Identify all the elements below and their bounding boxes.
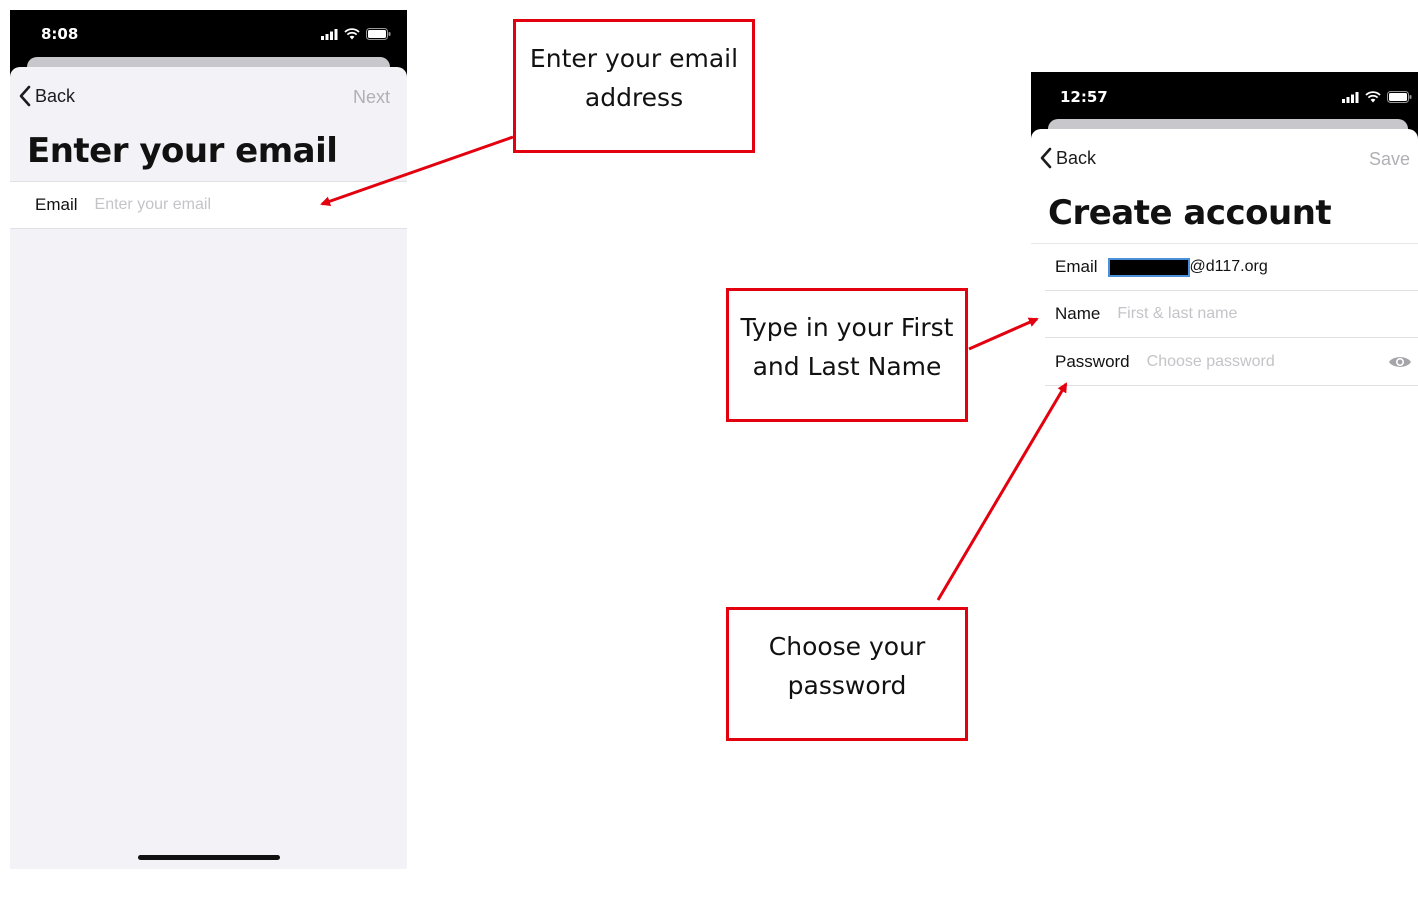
arrow-to-name	[968, 317, 1039, 351]
annotation-arrows	[320, 135, 1068, 601]
arrow-to-password	[936, 382, 1068, 601]
arrow-to-email	[320, 135, 514, 207]
